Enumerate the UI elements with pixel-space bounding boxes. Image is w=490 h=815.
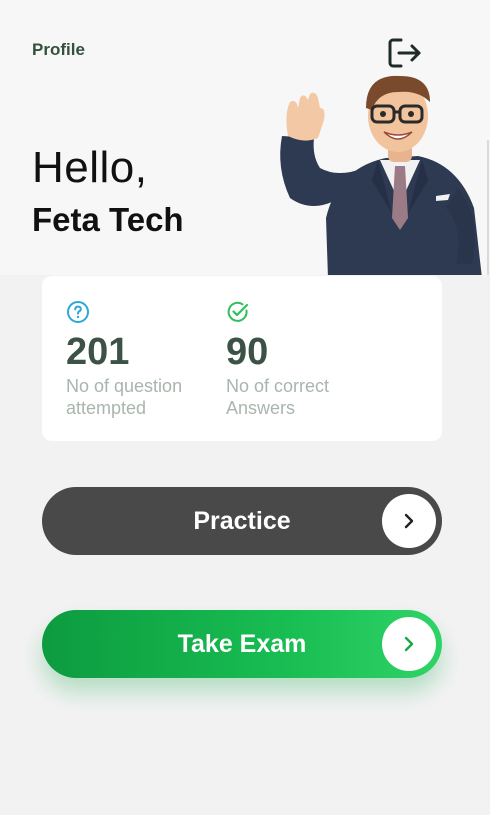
take-exam-label: Take Exam	[177, 629, 307, 658]
greeting-text: Hello,	[32, 143, 148, 192]
check-circle-icon	[227, 301, 249, 322]
scroll-indicator	[487, 140, 489, 275]
chevron-right-icon	[382, 617, 436, 671]
header: Profile Hello, Feta Tech	[0, 0, 490, 275]
profile-link[interactable]: Profile	[32, 40, 85, 60]
question-circle-icon	[67, 301, 89, 323]
stats-card: 201 No of question attempted 90 No of co…	[42, 276, 442, 441]
stat-correct: 90 No of correct Answers	[226, 300, 386, 419]
attempted-count: 201	[66, 331, 130, 373]
take-exam-button[interactable]: Take Exam	[42, 610, 442, 678]
avatar-illustration	[280, 75, 482, 275]
correct-label: No of correct Answers	[226, 376, 330, 418]
practice-label: Practice	[193, 506, 291, 535]
logout-icon[interactable]	[387, 36, 423, 70]
attempted-label: No of question attempted	[66, 376, 183, 418]
correct-count: 90	[226, 331, 269, 373]
practice-button[interactable]: Practice	[42, 487, 442, 555]
stat-attempted: 201 No of question attempted	[66, 300, 226, 419]
user-name: Feta Tech	[32, 201, 184, 238]
chevron-right-icon	[382, 494, 436, 548]
